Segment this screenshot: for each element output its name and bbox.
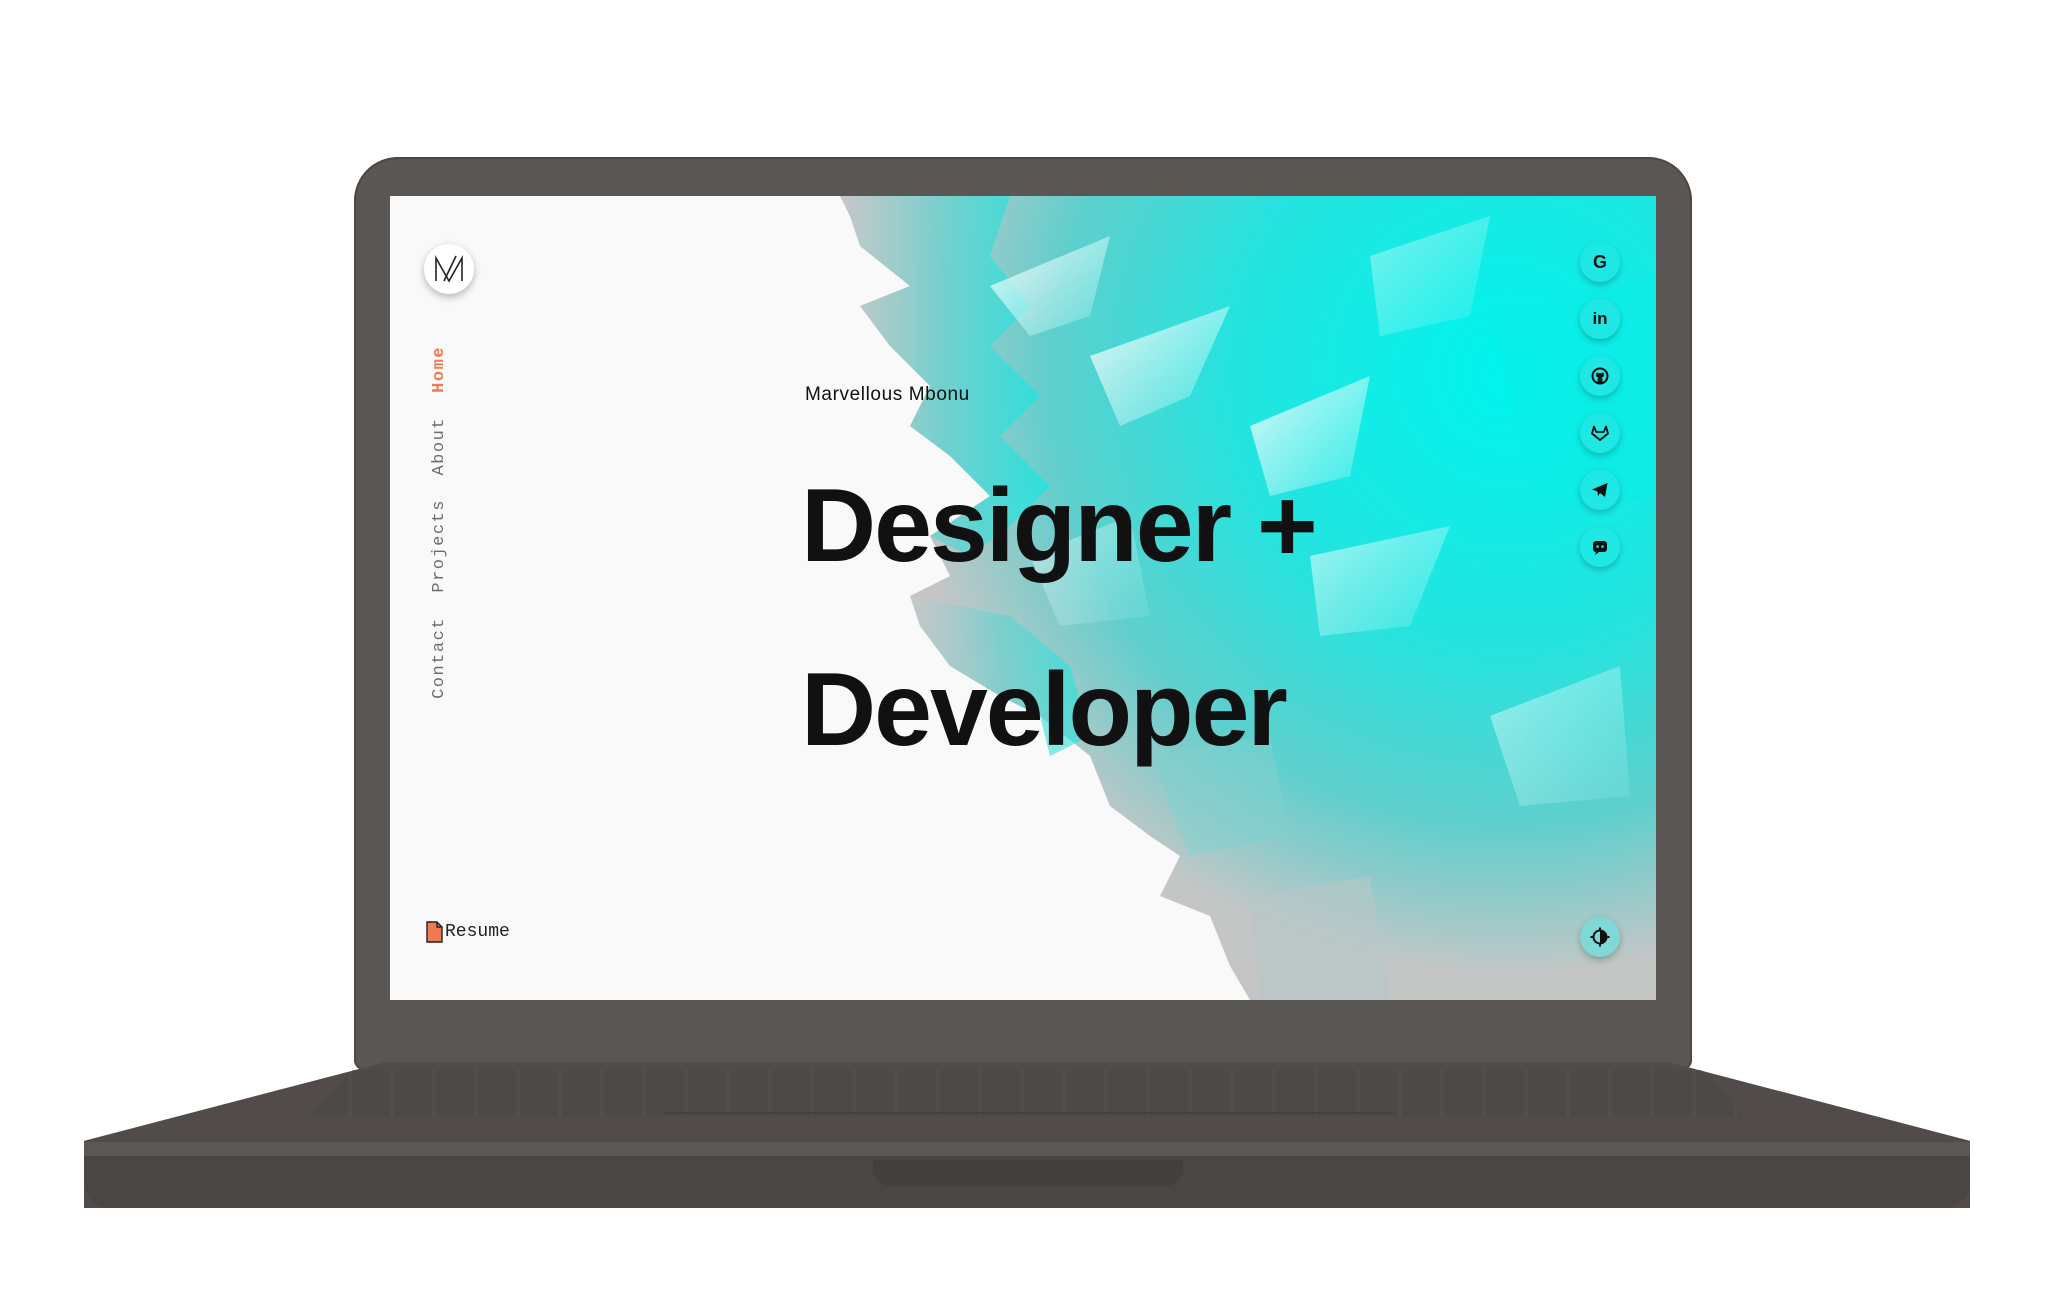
telegram-glyph: [1592, 483, 1608, 497]
laptop-base-lip: [84, 1142, 1970, 1156]
github-glyph: [1591, 367, 1609, 385]
laptop-screen: Home About Projects Contact Marvellous M…: [390, 196, 1656, 1000]
laptop-keyboard: [310, 1070, 1744, 1116]
document-icon: [426, 921, 443, 943]
headline-line-1: Designer +: [801, 468, 1318, 584]
linkedin-icon[interactable]: in: [1580, 299, 1620, 339]
theme-toggle-button[interactable]: [1580, 917, 1620, 957]
headline-line-2: Developer: [801, 652, 1288, 768]
nav-item-contact[interactable]: Contact: [430, 617, 449, 699]
gitlab-icon[interactable]: [1580, 413, 1620, 453]
site-logo[interactable]: [424, 244, 474, 294]
gitlab-glyph: [1591, 425, 1609, 441]
nav-item-home[interactable]: Home: [430, 346, 449, 393]
hero-background-art: [840, 196, 1656, 1000]
side-nav: Home About Projects Contact: [424, 346, 454, 723]
linkedin-glyph: in: [1592, 309, 1608, 328]
google-icon[interactable]: G: [1580, 242, 1620, 282]
nav-item-projects[interactable]: Projects: [430, 499, 449, 593]
google-glyph: G: [1592, 251, 1607, 272]
github-icon[interactable]: [1580, 356, 1620, 396]
monogram-mm-icon: [435, 254, 463, 283]
nav-item-about[interactable]: About: [430, 417, 449, 476]
discord-glyph: [1593, 541, 1607, 555]
intro-name: Marvellous Mbonu: [805, 384, 970, 405]
theme-toggle-icon: [1590, 927, 1610, 947]
resume-label: Resume: [445, 922, 510, 942]
discord-icon[interactable]: [1580, 527, 1620, 567]
laptop-notch: [873, 1160, 1183, 1186]
resume-link[interactable]: Resume: [426, 921, 510, 943]
telegram-icon[interactable]: [1580, 470, 1620, 510]
social-links: G in: [1580, 242, 1620, 567]
